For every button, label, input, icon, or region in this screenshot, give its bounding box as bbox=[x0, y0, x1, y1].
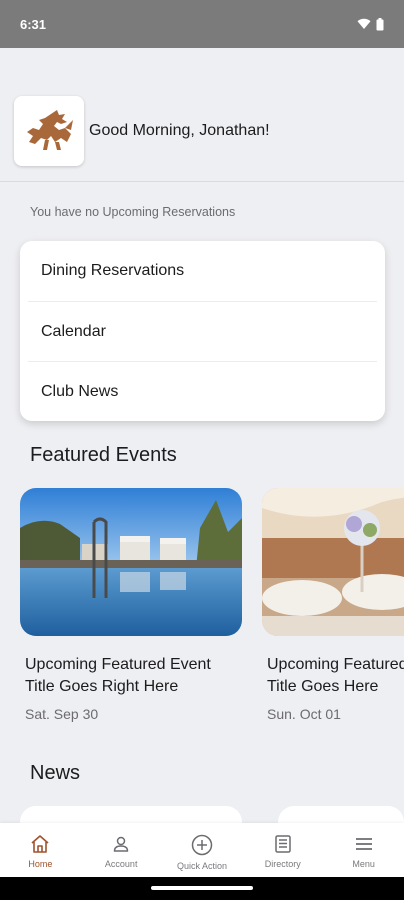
wifi-icon bbox=[357, 18, 371, 29]
nav-account-label: Account bbox=[104, 859, 138, 869]
event-title-line1: Upcoming Featured Event bbox=[25, 656, 211, 673]
greeting-text: Good Morning, Jonathan! bbox=[89, 122, 270, 139]
event-date: Sat. Sep 30 bbox=[25, 706, 99, 722]
event-card[interactable]: Upcoming Featured Event Title Goes Here … bbox=[262, 488, 404, 722]
greeting-header: Good Morning, Jonathan! bbox=[0, 96, 404, 182]
menu-icon bbox=[355, 838, 372, 850]
home-icon bbox=[31, 835, 49, 853]
featured-events-title: Featured Events bbox=[30, 444, 177, 466]
status-icons bbox=[357, 17, 384, 31]
no-reservations-text: You have no Upcoming Reservations bbox=[30, 205, 236, 219]
status-bar: 6:31 bbox=[0, 0, 404, 48]
event-title-line2: Title Goes Right Here bbox=[25, 678, 179, 695]
quick-links-card: Dining Reservations Calendar Club News bbox=[20, 241, 385, 421]
news-title: News bbox=[30, 762, 81, 784]
club-news-link[interactable]: Club News bbox=[28, 361, 377, 421]
dragon-logo-icon bbox=[27, 110, 73, 150]
event-title-line2: Title Goes Here bbox=[267, 678, 379, 695]
event-date: Sun. Oct 01 bbox=[267, 706, 341, 722]
nav-menu[interactable]: Menu bbox=[323, 823, 404, 877]
nav-quick-action-label: Quick Action bbox=[176, 861, 227, 871]
club-logo bbox=[14, 96, 84, 166]
status-time: 6:31 bbox=[20, 16, 47, 32]
event-image-banquet bbox=[262, 488, 404, 636]
nav-menu-label: Menu bbox=[352, 859, 375, 869]
directory-icon bbox=[275, 835, 291, 853]
dining-reservations-link[interactable]: Dining Reservations bbox=[20, 241, 385, 301]
calendar-link[interactable]: Calendar bbox=[28, 301, 377, 361]
featured-events-carousel[interactable]: Upcoming Featured Event Title Goes Right… bbox=[20, 488, 404, 728]
gesture-bar bbox=[0, 877, 404, 900]
plus-circle-icon bbox=[191, 834, 213, 856]
nav-home[interactable]: Home bbox=[0, 823, 81, 877]
nav-account[interactable]: Account bbox=[81, 823, 162, 877]
nav-directory[interactable]: Directory bbox=[242, 823, 323, 877]
nav-home-label: Home bbox=[28, 859, 53, 869]
bottom-nav: Home Account Quick Action Directory Menu bbox=[0, 823, 404, 877]
battery-icon bbox=[376, 17, 384, 30]
event-card[interactable]: Upcoming Featured Event Title Goes Right… bbox=[20, 488, 242, 722]
nav-directory-label: Directory bbox=[264, 859, 301, 869]
gesture-handle[interactable] bbox=[151, 886, 253, 890]
nav-quick-action[interactable]: Quick Action bbox=[162, 823, 243, 877]
event-image-pool bbox=[20, 488, 242, 636]
person-icon bbox=[113, 836, 129, 852]
event-title-line1: Upcoming Featured Event bbox=[267, 656, 404, 673]
